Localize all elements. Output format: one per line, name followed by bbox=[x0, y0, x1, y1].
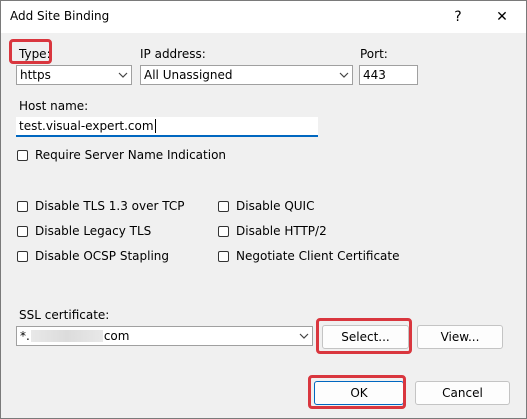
ip-address-select[interactable]: All Unassigned bbox=[140, 65, 353, 85]
ok-button[interactable]: OK bbox=[314, 381, 404, 405]
dialog-title: Add Site Binding bbox=[10, 9, 110, 23]
ok-button-label: OK bbox=[350, 386, 368, 400]
disable-ocsp-stapling-label: Disable OCSP Stapling bbox=[35, 249, 170, 263]
disable-quic-label: Disable QUIC bbox=[236, 199, 315, 213]
host-name-label: Host name: bbox=[19, 99, 89, 113]
select-button-label: Select... bbox=[341, 330, 390, 344]
view-button-label: View... bbox=[440, 330, 480, 344]
chevron-down-icon bbox=[339, 72, 349, 78]
cancel-button[interactable]: Cancel bbox=[415, 381, 510, 405]
negotiate-client-cert-label: Negotiate Client Certificate bbox=[236, 249, 400, 263]
view-certificate-button[interactable]: View... bbox=[417, 325, 503, 349]
checkbox-box[interactable] bbox=[17, 149, 28, 161]
close-icon: ✕ bbox=[496, 9, 508, 25]
negotiate-client-cert-checkbox[interactable]: Negotiate Client Certificate bbox=[218, 248, 400, 264]
disable-tls13-label: Disable TLS 1.3 over TCP bbox=[35, 199, 185, 213]
checkbox-box[interactable] bbox=[17, 200, 28, 212]
type-label: Type: bbox=[19, 47, 51, 61]
disable-tls13-checkbox[interactable]: Disable TLS 1.3 over TCP bbox=[17, 198, 185, 214]
host-name-input[interactable]: test.visual-expert.com bbox=[16, 117, 318, 137]
redacted-region bbox=[30, 330, 103, 342]
ssl-certificate-prefix: *. bbox=[20, 329, 30, 343]
close-button[interactable]: ✕ bbox=[480, 1, 524, 33]
chevron-down-icon bbox=[118, 72, 128, 78]
disable-legacy-tls-label: Disable Legacy TLS bbox=[35, 224, 152, 238]
require-sni-label: Require Server Name Indication bbox=[35, 148, 227, 162]
chevron-down-icon bbox=[299, 333, 309, 339]
checkbox-box[interactable] bbox=[17, 225, 28, 237]
ssl-certificate-suffix: com bbox=[103, 329, 130, 343]
help-button[interactable]: ? bbox=[436, 1, 480, 33]
disable-http2-label: Disable HTTP/2 bbox=[236, 224, 327, 238]
port-value: 443 bbox=[363, 68, 386, 82]
host-name-value: test.visual-expert.com bbox=[19, 119, 154, 133]
title-bar: Add Site Binding ? ✕ bbox=[1, 1, 526, 33]
text-caret bbox=[154, 119, 156, 133]
disable-legacy-tls-checkbox[interactable]: Disable Legacy TLS bbox=[17, 223, 151, 239]
cancel-button-label: Cancel bbox=[442, 386, 483, 400]
ssl-certificate-label: SSL certificate: bbox=[19, 308, 110, 322]
port-label: Port: bbox=[360, 47, 388, 61]
checkbox-box[interactable] bbox=[218, 250, 229, 262]
ip-address-value: All Unassigned bbox=[144, 68, 233, 82]
require-sni-checkbox[interactable]: Require Server Name Indication bbox=[17, 147, 226, 163]
add-site-binding-dialog: Add Site Binding ? ✕ Type: https IP addr… bbox=[0, 0, 527, 419]
type-select[interactable]: https bbox=[16, 65, 132, 85]
checkbox-box[interactable] bbox=[218, 200, 229, 212]
type-value: https bbox=[20, 68, 51, 82]
select-certificate-button[interactable]: Select... bbox=[322, 325, 409, 349]
disable-http2-checkbox[interactable]: Disable HTTP/2 bbox=[218, 223, 327, 239]
port-input[interactable]: 443 bbox=[359, 65, 418, 85]
help-icon: ? bbox=[454, 9, 462, 25]
checkbox-box[interactable] bbox=[17, 250, 28, 262]
ip-address-label: IP address: bbox=[140, 47, 206, 61]
disable-quic-checkbox[interactable]: Disable QUIC bbox=[218, 198, 314, 214]
disable-ocsp-stapling-checkbox[interactable]: Disable OCSP Stapling bbox=[17, 248, 169, 264]
ssl-certificate-select[interactable]: *. com bbox=[16, 326, 313, 346]
checkbox-box[interactable] bbox=[218, 225, 229, 237]
